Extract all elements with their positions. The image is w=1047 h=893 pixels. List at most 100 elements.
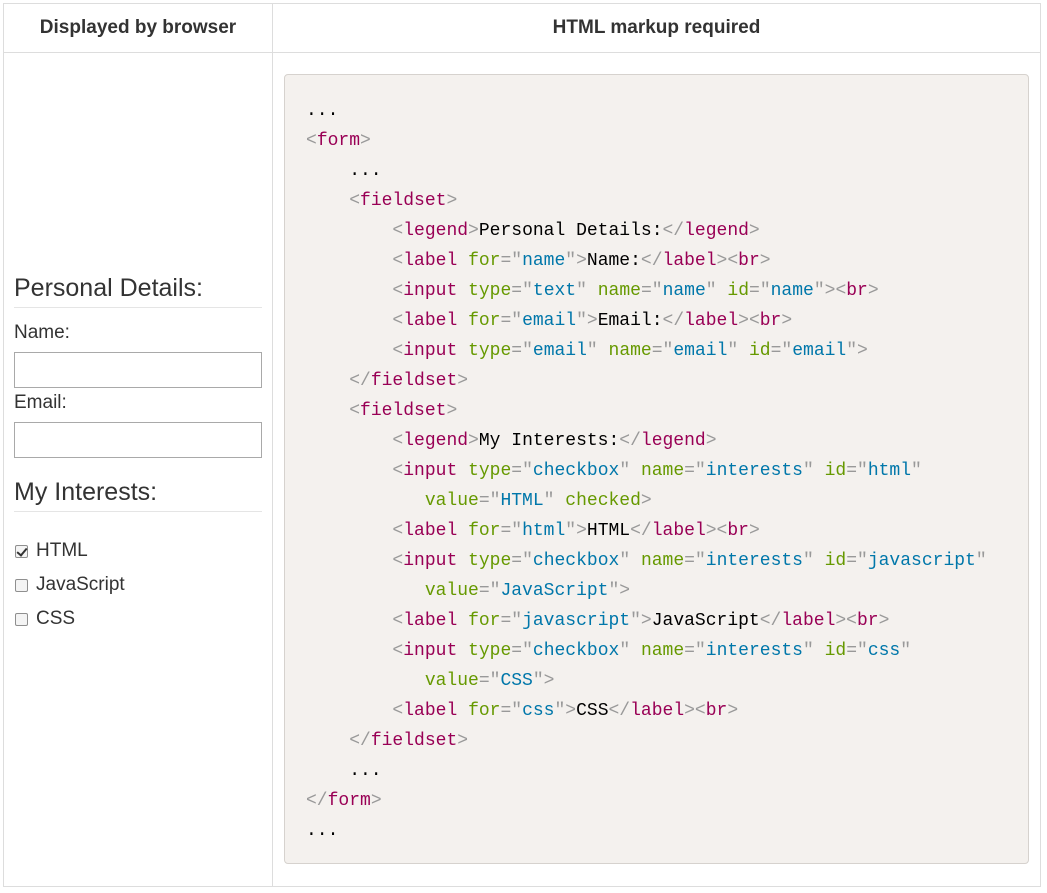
- code-token: label: [403, 311, 458, 331]
- code-token: </: [759, 611, 782, 631]
- code-token: Name:: [586, 251, 641, 271]
- code-token: <: [392, 611, 404, 631]
- checkbox-css[interactable]: [15, 612, 28, 626]
- code-token: =": [500, 521, 523, 541]
- code-token: input: [403, 641, 458, 661]
- code-token: ><: [716, 251, 739, 271]
- code-token: </: [349, 731, 371, 751]
- code-token: javascript: [522, 611, 631, 631]
- code-token: email: [792, 341, 847, 361]
- code-token: <: [392, 521, 404, 541]
- name-input[interactable]: [14, 352, 262, 388]
- code-line: value="HTML" checked>: [306, 486, 1028, 516]
- name-label: Name:: [14, 322, 70, 343]
- code-line: <label for="html">HTML</label><br>: [306, 516, 1028, 546]
- interest-option-html[interactable]: HTML: [14, 534, 262, 568]
- code-token: ><: [738, 311, 760, 331]
- code-token: Email:: [597, 311, 663, 331]
- code-line: <form>: [306, 126, 1028, 156]
- code-token: CSS: [576, 701, 609, 721]
- code-token: HTML: [586, 521, 631, 541]
- code-line: ...: [306, 756, 1028, 786]
- code-token: type: [468, 551, 512, 571]
- code-token: input: [403, 551, 458, 571]
- code-token: ">: [565, 521, 587, 541]
- code-token: html: [867, 461, 912, 481]
- code-token: ">: [532, 671, 555, 691]
- code-token: ": [543, 491, 555, 511]
- code-token: >: [457, 731, 469, 751]
- code-token: interests: [705, 461, 803, 481]
- code-token: </: [662, 221, 685, 241]
- code-token: label: [684, 311, 739, 331]
- column-divider: [272, 4, 273, 886]
- code-token: <: [392, 431, 404, 451]
- checkbox-label-css[interactable]: CSS: [36, 608, 75, 630]
- code-token: name: [597, 281, 641, 301]
- interest-option-javascript[interactable]: JavaScript: [14, 568, 262, 602]
- checkbox-label-html[interactable]: HTML: [36, 540, 88, 562]
- code-token: br: [846, 281, 868, 301]
- code-token: <: [392, 221, 404, 241]
- email-input[interactable]: [14, 422, 262, 458]
- header-html-markup-required: HTML markup required: [552, 17, 761, 38]
- code-token: <: [392, 341, 404, 361]
- code-token: =": [511, 551, 533, 571]
- code-token: >: [759, 251, 771, 271]
- code-token: id: [824, 641, 847, 661]
- fieldset-personal-details: Personal Details: Name: Email:: [14, 273, 262, 458]
- code-token: checked: [565, 491, 641, 511]
- code-token: br: [856, 611, 879, 631]
- checkbox-html[interactable]: [15, 544, 28, 558]
- code-line: <input type="text" name="name" id="name"…: [306, 276, 1028, 306]
- code-token: =": [511, 461, 533, 481]
- code-token: css: [867, 641, 901, 661]
- code-token: </: [619, 431, 641, 451]
- code-token: fieldset: [360, 191, 447, 211]
- code-token: ": [975, 551, 987, 571]
- code-token: fieldset: [370, 371, 458, 391]
- checkbox-label-javascript[interactable]: JavaScript: [36, 574, 125, 596]
- code-token: label: [662, 251, 717, 271]
- code-token: </: [630, 521, 652, 541]
- checkbox-javascript[interactable]: [15, 578, 28, 592]
- code-token: ": [705, 281, 717, 301]
- code-token: ">: [565, 251, 587, 271]
- code-token: <: [392, 281, 404, 301]
- code-token: value: [424, 581, 479, 601]
- interest-option-css[interactable]: CSS: [14, 602, 262, 636]
- code-token: <: [392, 311, 404, 331]
- code-token: <: [392, 251, 404, 271]
- comparison-table: Displayed by browser HTML markup require…: [3, 3, 1041, 887]
- code-token: ": [586, 341, 598, 361]
- code-token: id: [749, 341, 771, 361]
- code-token: </: [608, 701, 631, 721]
- interests-checkbox-list: HTML JavaScript CSS: [14, 534, 262, 636]
- code-token: =": [749, 281, 771, 301]
- code-token: =": [478, 671, 501, 691]
- code-token: checkbox: [532, 461, 620, 481]
- code-token: =": [511, 341, 533, 361]
- code-token: ">: [630, 611, 652, 631]
- code-token: label: [403, 701, 458, 721]
- code-token: ": [802, 461, 814, 481]
- code-token: <: [306, 131, 317, 151]
- fieldset-my-interests: My Interests: HTML JavaScript CSS: [14, 477, 262, 636]
- code-token: id: [824, 551, 847, 571]
- code-token: br: [759, 311, 782, 331]
- code-token: ><: [705, 521, 728, 541]
